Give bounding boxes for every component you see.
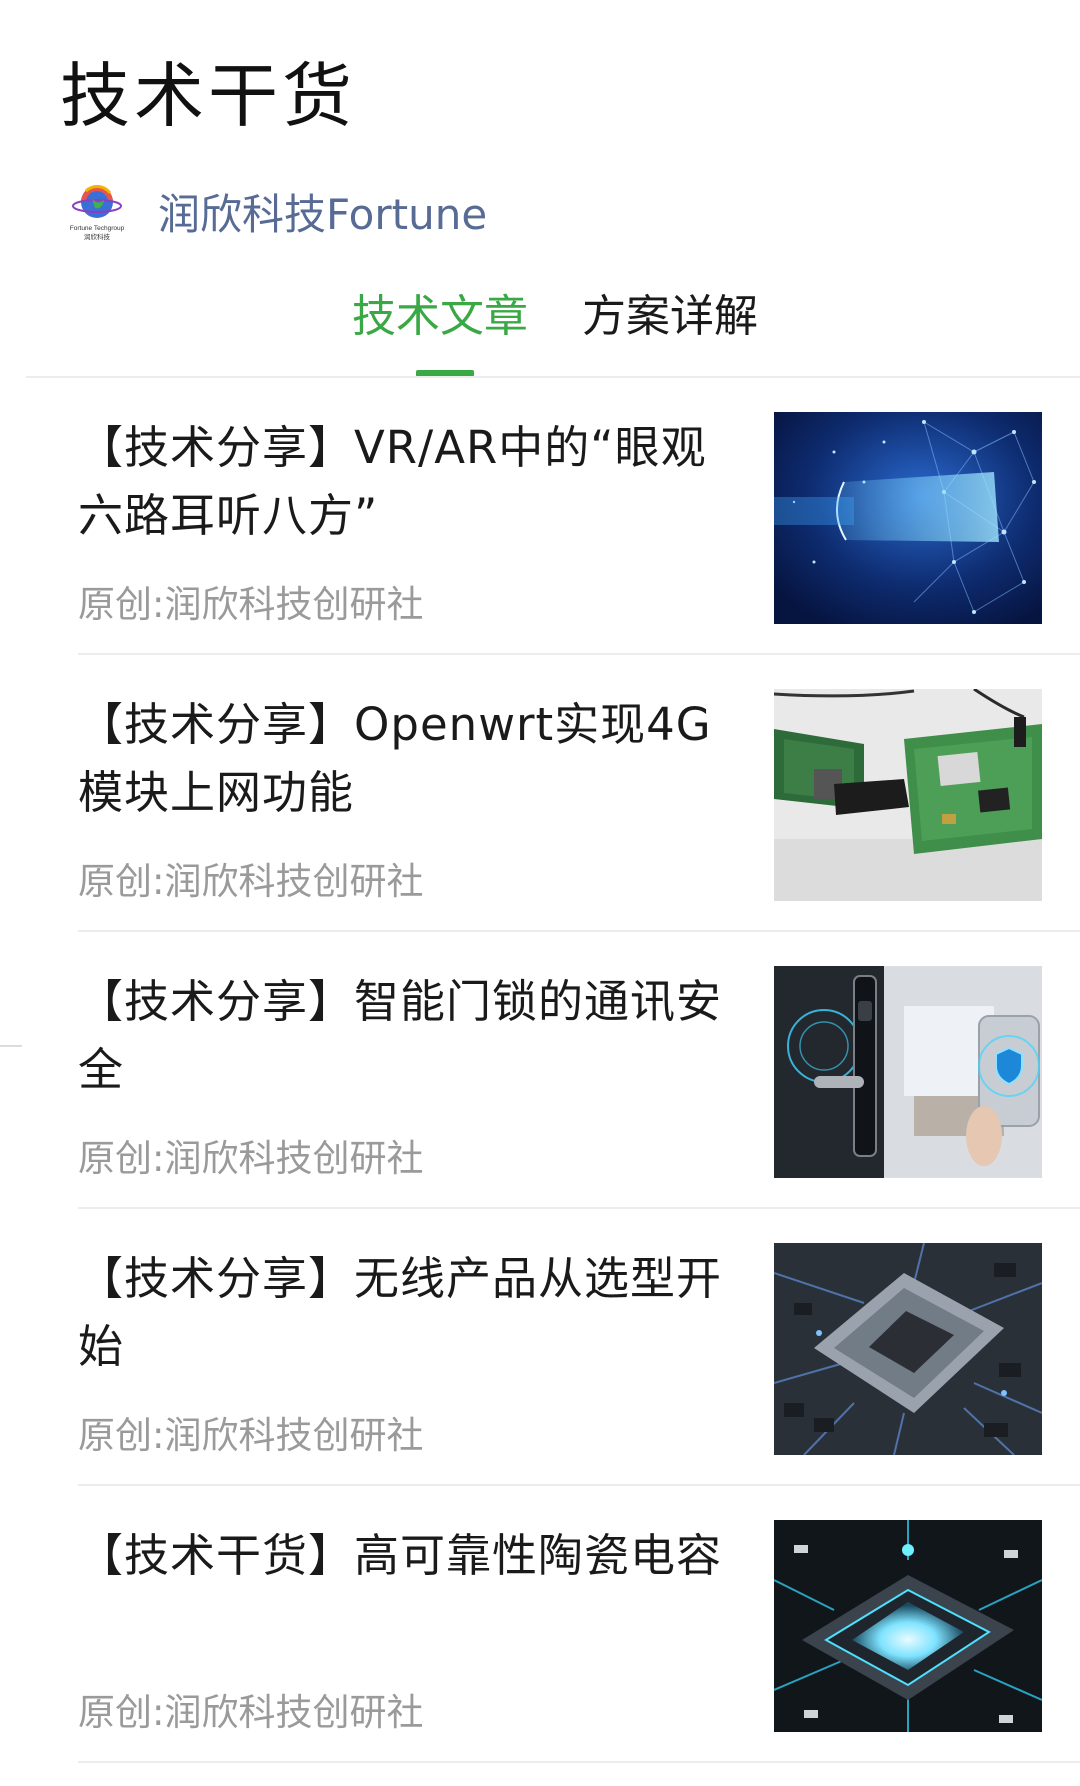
article-source: 原创:润欣科技创研社 [78, 860, 424, 903]
article-item[interactable]: 【技术分享】无线产品从选型开始 原创:润欣科技创研社 [0, 1209, 1080, 1486]
article-item[interactable]: 【技术分享】Openwrt实现4G模块上网功能 原创:润欣科技创研社 [0, 655, 1080, 932]
svg-text:Fortune Techgroup: Fortune Techgroup [70, 225, 125, 232]
account-name[interactable]: 润欣科技Fortune [158, 181, 487, 242]
smart-door-lock-image[interactable] [774, 966, 1042, 1178]
tab-bar: 技术文章 方案详解 [0, 280, 1080, 377]
account-logo: Fortune Techgroup 润欣科技 [62, 176, 132, 246]
article-item[interactable]: 【技术分享】智能门锁的通讯安全 原创:润欣科技创研社 [0, 932, 1080, 1209]
account-header[interactable]: Fortune Techgroup 润欣科技 润欣科技Fortune [62, 176, 487, 246]
article-title[interactable]: 【技术分享】VR/AR中的“眼观六路耳听八方” [78, 414, 738, 550]
page-title: 技术干货 [60, 55, 356, 137]
article-item[interactable]: 【技术干货】高可靠性陶瓷电容 原创:润欣科技创研社 [0, 1486, 1080, 1763]
vr-headset-face-image[interactable] [774, 412, 1042, 624]
article-item[interactable]: 【技术分享】VR/AR中的“眼观六路耳听八方” 原创:润欣科技创研社 [0, 378, 1080, 655]
article-source: 原创:润欣科技创研社 [78, 1137, 424, 1180]
article-title[interactable]: 【技术分享】智能门锁的通讯安全 [78, 968, 738, 1104]
circuit-board-photo[interactable] [774, 689, 1042, 901]
article-source: 原创:润欣科技创研社 [78, 1414, 424, 1457]
article-divider [78, 1761, 1080, 1763]
tab-solution-details[interactable]: 方案详解 [582, 280, 758, 344]
tab-tech-articles[interactable]: 技术文章 [352, 280, 528, 344]
svg-text:润欣科技: 润欣科技 [84, 232, 111, 241]
article-title[interactable]: 【技术干货】高可靠性陶瓷电容 [78, 1522, 738, 1590]
article-list: 【技术分享】VR/AR中的“眼观六路耳听八方” 原创:润欣科技创研社 【技术分享… [0, 378, 1080, 1763]
article-title[interactable]: 【技术分享】Openwrt实现4G模块上网功能 [78, 691, 738, 827]
glowing-chip-image[interactable] [774, 1520, 1042, 1732]
article-source: 原创:润欣科技创研社 [78, 1691, 424, 1734]
article-title[interactable]: 【技术分享】无线产品从选型开始 [78, 1245, 738, 1381]
article-source: 原创:润欣科技创研社 [78, 583, 424, 626]
processor-chip-image[interactable] [774, 1243, 1042, 1455]
